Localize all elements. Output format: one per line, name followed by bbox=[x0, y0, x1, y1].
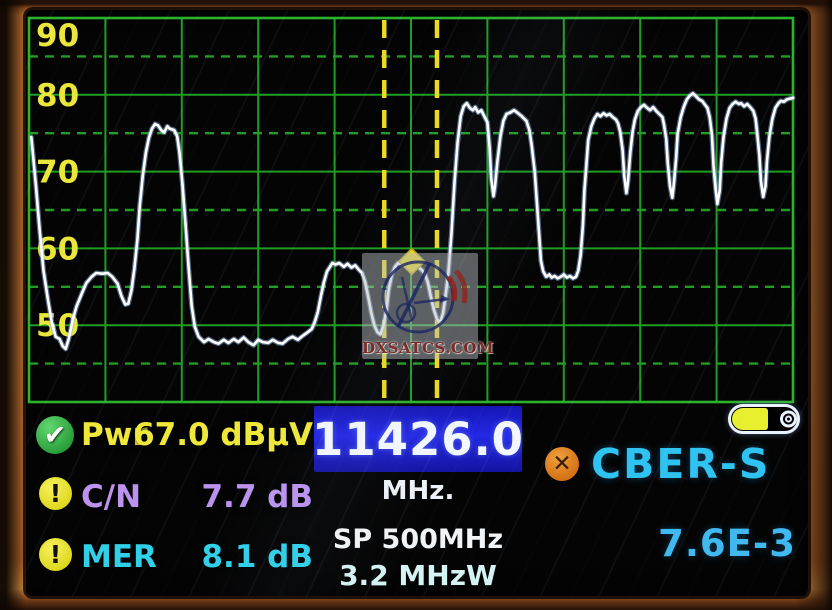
svg-text:70: 70 bbox=[36, 155, 79, 191]
bandwidth-label: 3.2 MHzW bbox=[314, 559, 522, 592]
mer-value: 8.1 dB bbox=[126, 539, 313, 575]
dxsatcs-watermark: DXSATCS.COM bbox=[362, 253, 478, 359]
meter-bezel: 9080706050 DXSATCS.COM ✔ Pwr 67.0 dBµV bbox=[0, 0, 832, 610]
watermark-text: DXSATCS.COM bbox=[362, 339, 478, 357]
pwr-value: 67.0 dBµV bbox=[126, 417, 313, 453]
battery-level-fill bbox=[732, 408, 768, 430]
cber-label: CBER-S bbox=[591, 440, 770, 488]
satfinder-screenshot: 9080706050 DXSATCS.COM ✔ Pwr 67.0 dBµV bbox=[0, 0, 832, 610]
battery-terminal bbox=[780, 411, 797, 428]
battery-icon bbox=[728, 404, 800, 434]
cber-cross-icon: ✕ bbox=[545, 447, 579, 481]
frequency-value: 11426.0 bbox=[312, 413, 524, 466]
span-label: SP 500MHz bbox=[314, 524, 522, 555]
svg-text:80: 80 bbox=[36, 78, 79, 114]
cber-value: 7.6E-3 bbox=[586, 522, 796, 565]
cn-alert-icon: ! bbox=[39, 477, 72, 510]
frequency-unit: MHz. bbox=[314, 476, 522, 506]
meter-screen: 9080706050 DXSATCS.COM ✔ Pwr 67.0 dBµV bbox=[26, 10, 808, 596]
frequency-display: 11426.0 bbox=[314, 406, 522, 472]
svg-text:90: 90 bbox=[36, 18, 79, 54]
pwr-check-icon: ✔ bbox=[36, 416, 74, 454]
dxsatcs-logo-icon bbox=[368, 255, 472, 341]
mer-alert-icon: ! bbox=[39, 538, 72, 571]
cn-value: 7.7 dB bbox=[126, 479, 313, 515]
